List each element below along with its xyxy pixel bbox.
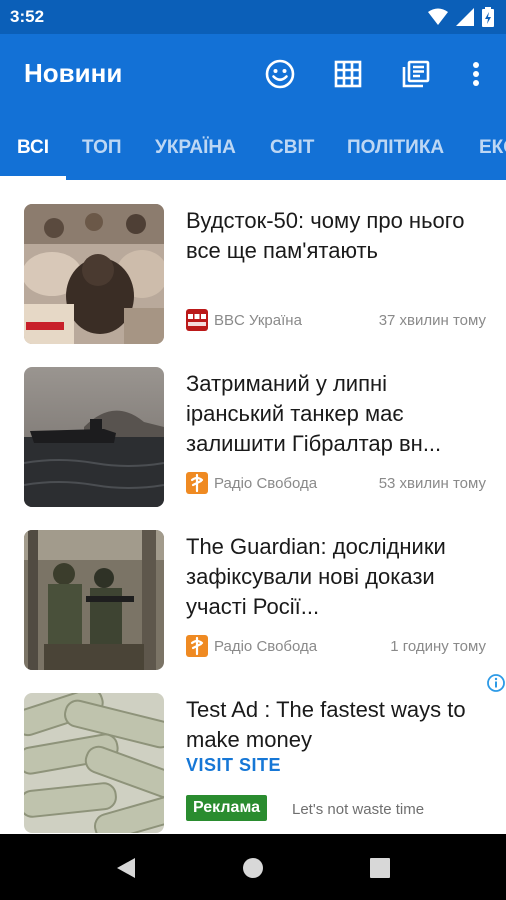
tab-ukraine[interactable]: УКРАЇНА	[155, 128, 236, 180]
article-meta: Радіо Свобода 1 годину тому	[186, 634, 486, 658]
tab-economy[interactable]: ЕКО	[479, 128, 506, 180]
category-tabs: ВСІ ТОП УКРАЇНА СВІТ ПОЛІТИКА ЕКО	[0, 128, 506, 180]
radio-svoboda-logo-icon	[186, 472, 208, 494]
ad-headline: Test Ad : The fastest ways to make money	[186, 697, 466, 752]
grid-icon	[334, 60, 362, 88]
radio-svoboda-logo-icon	[186, 635, 208, 657]
library-icon	[402, 60, 430, 88]
article-thumbnail	[24, 530, 164, 670]
article-meta: BBC Україна 37 хвилин тому	[186, 308, 486, 332]
recents-icon	[370, 858, 390, 878]
system-navigation-bar	[0, 834, 506, 900]
grid-button[interactable]	[328, 54, 368, 94]
tab-world[interactable]: СВІТ	[270, 128, 314, 180]
more-vert-icon	[473, 62, 479, 86]
emoji-button[interactable]	[260, 54, 300, 94]
source-name: Радіо Свобода	[214, 638, 318, 655]
ad-description: Let's not waste time	[292, 801, 425, 818]
article-headline: Затриманий у липні іранський танкер має …	[186, 371, 442, 456]
app-bar: Новини ВСІ ТОП УКРАЇНА СВІТ ПОЛІТИКА ЕК	[0, 34, 506, 180]
ad-card[interactable]: Test Ad : The fastest ways to make money…	[0, 669, 506, 834]
visit-site-link[interactable]: VISIT SITE	[186, 755, 281, 776]
article-meta: Радіо Свобода 53 хвилин тому	[186, 471, 486, 495]
status-bar: 3:52	[0, 0, 506, 34]
ad-thumbnail	[24, 693, 164, 833]
ad-info-icon[interactable]	[486, 673, 506, 693]
app-title: Новини	[24, 58, 123, 88]
status-time: 3:52	[10, 7, 45, 26]
more-button[interactable]	[456, 54, 496, 94]
tab-top[interactable]: ТОП	[82, 128, 122, 180]
ad-badge: Реклама	[186, 795, 267, 821]
source-name: BBC Україна	[214, 312, 302, 329]
back-icon	[117, 858, 135, 878]
bbc-logo-icon	[186, 309, 208, 331]
publish-time: 53 хвилин тому	[378, 475, 486, 492]
emoji-icon	[265, 59, 295, 89]
tab-all[interactable]: ВСІ	[17, 128, 49, 180]
article-card[interactable]: Затриманий у липні іранський танкер має …	[0, 343, 506, 507]
source-name: Радіо Свобода	[214, 475, 318, 492]
home-icon	[243, 858, 263, 878]
tab-politics[interactable]: ПОЛІТИКА	[347, 128, 444, 180]
home-button[interactable]	[237, 852, 269, 884]
publish-time: 1 годину тому	[390, 638, 486, 655]
status-icons	[428, 7, 494, 27]
article-card[interactable]: The Guardian: дослідники зафіксували нов…	[0, 506, 506, 670]
publish-time: 37 хвилин тому	[378, 312, 486, 329]
article-thumbnail	[24, 204, 164, 344]
signal-icon	[456, 8, 474, 26]
library-button[interactable]	[396, 54, 436, 94]
article-headline: Вудсток-50: чому про нього все ще пам'ят…	[186, 208, 465, 263]
wifi-icon	[428, 8, 448, 25]
battery-icon	[482, 7, 494, 27]
article-thumbnail	[24, 367, 164, 507]
news-feed: Вудсток-50: чому про нього все ще пам'ят…	[0, 180, 506, 834]
back-button[interactable]	[110, 852, 142, 884]
recents-button[interactable]	[364, 852, 396, 884]
article-card[interactable]: Вудсток-50: чому про нього все ще пам'ят…	[0, 180, 506, 344]
article-headline: The Guardian: дослідники зафіксували нов…	[186, 534, 446, 619]
